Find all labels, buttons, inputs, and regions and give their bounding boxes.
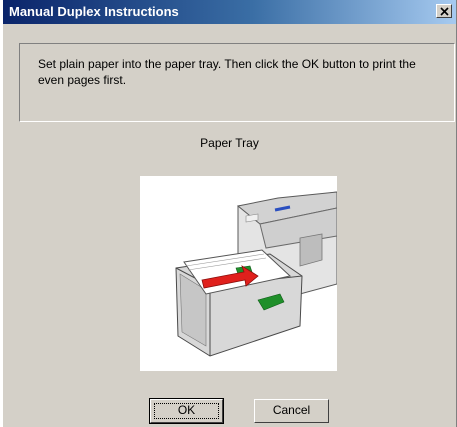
cancel-button-label: Cancel — [272, 403, 311, 417]
dialog-window: Manual Duplex Instructions Set plain pap… — [2, 0, 457, 427]
instruction-text: Set plain paper into the paper tray. The… — [38, 57, 416, 87]
close-icon — [440, 7, 449, 16]
ok-button-label: OK — [177, 403, 196, 417]
title-bar[interactable]: Manual Duplex Instructions — [3, 0, 456, 24]
instruction-panel: Set plain paper into the paper tray. The… — [19, 43, 455, 122]
ok-button[interactable]: OK — [149, 398, 224, 424]
printer-tray-image — [175, 191, 337, 357]
paper-tray-illustration — [140, 176, 337, 371]
illustration-label: Paper Tray — [200, 136, 259, 150]
close-button[interactable] — [436, 4, 452, 18]
window-title: Manual Duplex Instructions — [9, 4, 179, 19]
cancel-button[interactable]: Cancel — [254, 399, 329, 423]
